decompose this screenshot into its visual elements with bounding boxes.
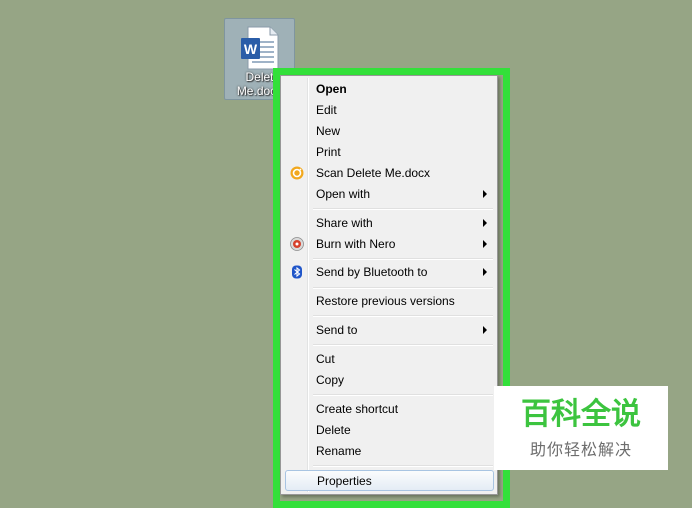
menu-item-label: Rename: [316, 444, 362, 458]
menu-item-label: Create shortcut: [316, 402, 399, 416]
nero-burn-icon: [290, 237, 304, 251]
menu-item-send-by-bluetooth[interactable]: Send by Bluetooth to: [285, 262, 494, 282]
menu-separator: [313, 208, 493, 210]
menu-item-label: New: [316, 124, 341, 138]
menu-item-label: Burn with Nero: [316, 237, 396, 251]
menu-separator: [313, 344, 493, 346]
menu-item-print[interactable]: Print: [285, 142, 494, 162]
menu-separator: [313, 465, 493, 467]
menu-item-edit[interactable]: Edit: [285, 100, 494, 120]
watermark-title: 百科全说: [521, 397, 641, 432]
menu-item-burn-with-nero[interactable]: Burn with Nero: [285, 234, 494, 254]
submenu-arrow-icon: [483, 190, 487, 198]
submenu-arrow-icon: [483, 326, 487, 334]
submenu-arrow-icon: [483, 240, 487, 248]
menu-separator: [313, 287, 493, 289]
menu-item-label: Edit: [316, 103, 337, 117]
menu-item-label: Send to: [316, 323, 358, 337]
menu-item-label: Restore previous versions: [316, 294, 455, 308]
menu-item-restore-previous-versions[interactable]: Restore previous versions: [285, 291, 494, 311]
menu-item-send-to[interactable]: Send to: [285, 320, 494, 340]
menu-item-share-with[interactable]: Share with: [285, 213, 494, 233]
menu-item-scan[interactable]: Scan Delete Me.docx: [285, 163, 494, 183]
menu-item-new[interactable]: New: [285, 121, 494, 141]
menu-item-properties[interactable]: Properties: [285, 470, 494, 491]
watermark: 百科全说 助你轻松解决: [494, 386, 668, 470]
watermark-subtitle: 助你轻松解决: [529, 440, 632, 459]
submenu-arrow-icon: [483, 219, 487, 227]
menu-item-rename[interactable]: Rename: [285, 441, 494, 461]
menu-item-open-with[interactable]: Open with: [285, 184, 494, 204]
menu-item-label: Copy: [316, 373, 345, 387]
menu-item-label: Open with: [316, 187, 371, 201]
menu-separator: [313, 394, 493, 396]
menu-separator: [313, 315, 493, 317]
menu-item-label: Cut: [316, 352, 335, 366]
menu-item-label: Send by Bluetooth to: [316, 265, 428, 279]
svg-text:W: W: [244, 41, 258, 57]
menu-item-copy[interactable]: Copy: [285, 370, 494, 390]
menu-item-create-shortcut[interactable]: Create shortcut: [285, 399, 494, 419]
word-document-icon: W: [241, 26, 279, 70]
context-menu: Open Edit New Print Scan Delete Me.docx …: [280, 75, 498, 495]
menu-separator: [313, 258, 493, 260]
submenu-arrow-icon: [483, 268, 487, 276]
menu-item-label: Share with: [316, 216, 373, 230]
menu-item-cut[interactable]: Cut: [285, 349, 494, 369]
bluetooth-icon: [292, 265, 302, 279]
menu-item-label: Open: [316, 82, 347, 96]
antivirus-scan-icon: [290, 166, 304, 180]
menu-item-label: Print: [316, 145, 341, 159]
menu-item-delete[interactable]: Delete: [285, 420, 494, 440]
menu-item-open[interactable]: Open: [285, 79, 494, 99]
menu-item-label: Scan Delete Me.docx: [316, 166, 431, 180]
menu-item-label: Delete: [316, 423, 351, 437]
menu-item-label: Properties: [317, 474, 372, 488]
